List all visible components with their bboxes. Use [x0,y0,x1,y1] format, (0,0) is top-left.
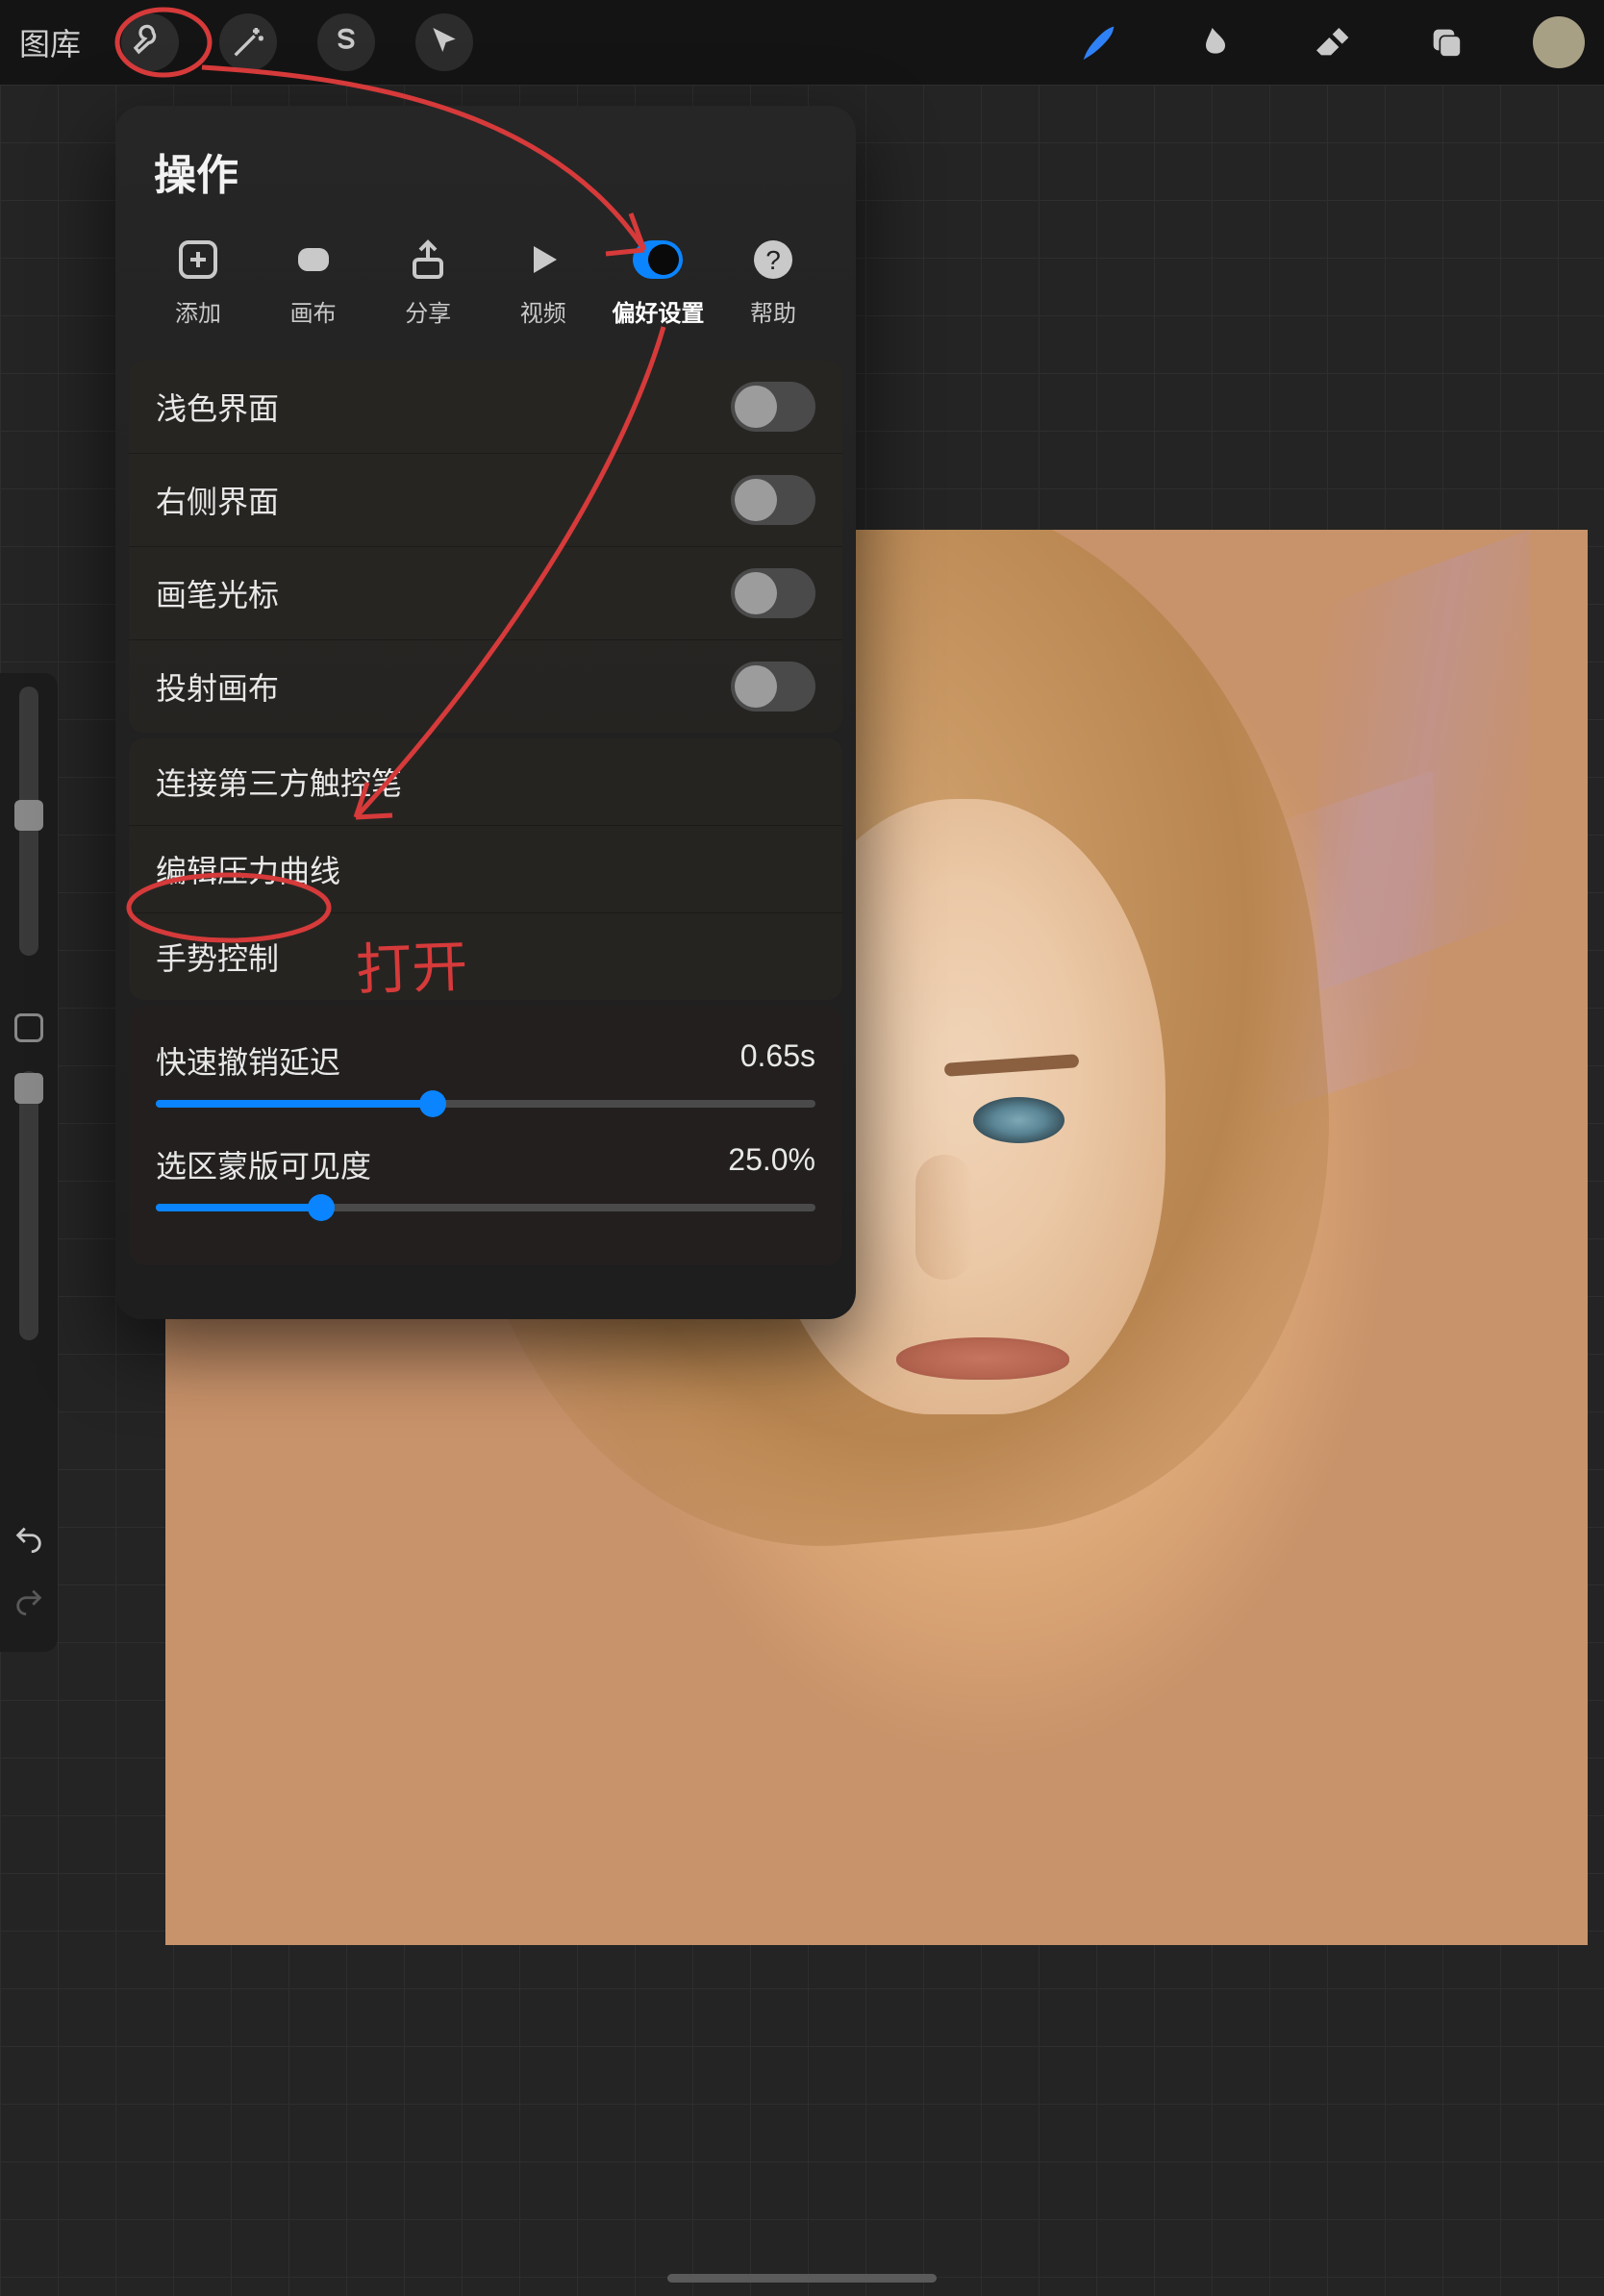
svg-text:?: ? [765,245,781,275]
switch-project-canvas[interactable] [731,661,815,711]
side-slider-panel [0,673,58,1652]
canvas-crop-icon [288,235,338,285]
undo-button[interactable] [13,1523,45,1560]
tab-share-label: 分享 [405,294,451,328]
layers-icon[interactable] [1417,13,1475,71]
link-group: 连接第三方触控笔 编辑压力曲线 手势控制 [129,738,842,1000]
row-pressure-curve-label: 编辑压力曲线 [156,847,340,891]
tab-video-label: 视频 [520,294,566,328]
popup-title: 操作 [115,140,856,225]
slider-undo-delay[interactable]: 快速撤销延迟 0.65s [129,1029,842,1133]
row-light-ui-label: 浅色界面 [156,385,279,429]
play-icon [518,235,568,285]
cursor-arrow-icon[interactable] [415,13,473,71]
tab-add[interactable]: 添加 [144,235,252,328]
toolbar-left: 图库 [19,13,473,71]
annotation-open-label: 打开 [355,921,469,1006]
slider-undo-delay-value: 0.65s [740,1038,815,1083]
redo-button[interactable] [13,1585,45,1623]
tab-help-label: 帮助 [750,294,796,328]
tab-prefs-label: 偏好设置 [612,294,704,328]
row-pressure-curve[interactable]: 编辑压力曲线 [129,826,842,913]
brush-icon[interactable] [1071,13,1129,71]
home-indicator [667,2274,937,2283]
tab-canvas-label: 画布 [290,294,337,328]
smudge-icon[interactable] [1187,13,1244,71]
tab-add-label: 添加 [175,294,221,328]
popup-tab-bar: 添加 画布 分享 视频 偏好设置 ? [115,225,856,355]
slider-mask-vis-value: 25.0% [728,1142,815,1186]
row-right-ui-label: 右侧界面 [156,478,279,522]
row-brush-cursor[interactable]: 画笔光标 [129,547,842,640]
tab-help[interactable]: ? 帮助 [719,235,827,328]
toolbar-right [1071,13,1585,71]
wand-icon[interactable] [219,13,277,71]
row-project-canvas[interactable]: 投射画布 [129,640,842,733]
tab-share[interactable]: 分享 [374,235,482,328]
slider-group: 快速撤销延迟 0.65s 选区蒙版可见度 25.0% [129,1006,842,1265]
row-right-ui[interactable]: 右侧界面 [129,454,842,547]
tab-prefs[interactable]: 偏好设置 [604,235,712,328]
color-swatch[interactable] [1533,16,1585,68]
row-gesture-controls-label: 手势控制 [156,935,279,979]
switch-brush-cursor[interactable] [731,568,815,618]
slider-undo-delay-label: 快速撤销延迟 [156,1038,340,1083]
prefs-toggle-icon [633,235,683,285]
top-toolbar: 图库 [0,0,1604,85]
toggle-group: 浅色界面 右侧界面 画笔光标 投射画布 [129,361,842,733]
slider-mask-vis-label: 选区蒙版可见度 [156,1142,371,1186]
row-third-party-stylus[interactable]: 连接第三方触控笔 [129,738,842,826]
tab-video[interactable]: 视频 [489,235,597,328]
switch-light-ui[interactable] [731,382,815,432]
modify-button[interactable] [14,1013,43,1042]
row-third-party-stylus-label: 连接第三方触控笔 [156,760,402,804]
slider-mask-visibility[interactable]: 选区蒙版可见度 25.0% [129,1133,842,1236]
brush-opacity-slider[interactable] [19,1071,38,1340]
row-gesture-controls[interactable]: 手势控制 [129,913,842,1000]
plus-square-icon [173,235,223,285]
help-icon: ? [748,235,798,285]
actions-popup: 操作 添加 画布 分享 视频 [115,106,856,1319]
tab-canvas[interactable]: 画布 [260,235,367,328]
row-light-ui[interactable]: 浅色界面 [129,361,842,454]
wrench-icon[interactable] [121,13,179,71]
row-brush-cursor-label: 画笔光标 [156,571,279,615]
switch-right-ui[interactable] [731,475,815,525]
gallery-button[interactable]: 图库 [19,20,81,64]
row-project-canvas-label: 投射画布 [156,664,279,709]
selection-s-icon[interactable] [317,13,375,71]
share-icon [403,235,453,285]
brush-size-slider[interactable] [19,686,38,956]
eraser-icon[interactable] [1302,13,1360,71]
